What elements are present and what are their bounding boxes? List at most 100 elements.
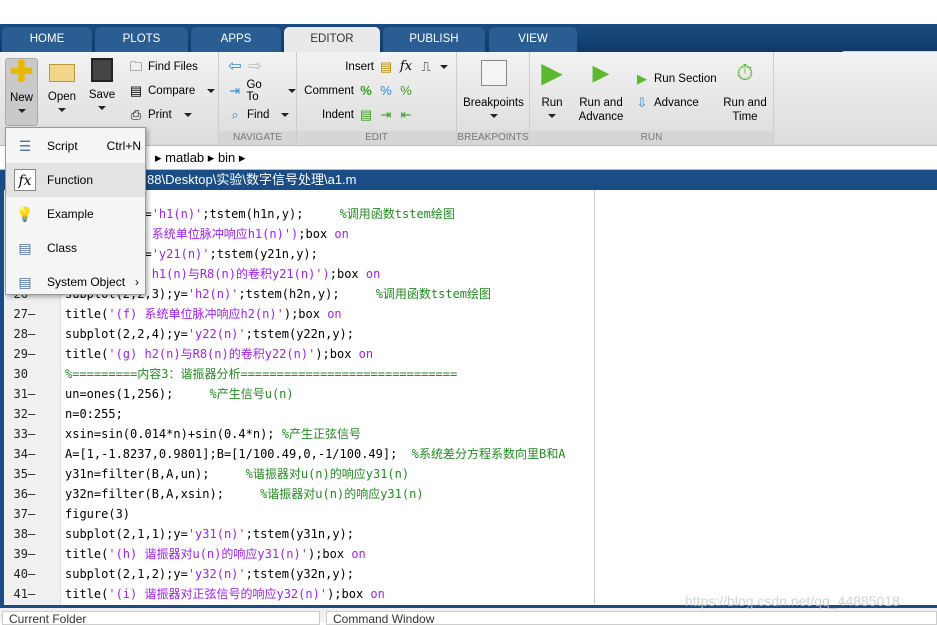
compare-label: Compare [148, 85, 196, 97]
breakpoint-marker[interactable]: – [28, 584, 35, 604]
code-token: ;box [329, 267, 366, 281]
string-token: on [370, 587, 385, 601]
code-text: y32n=filter(B,A,xsin); %谐振器对u(n)的响应y31(n… [65, 484, 424, 504]
fx-icon[interactable]: fx [398, 59, 414, 75]
wrap-comment-icon[interactable]: % [398, 83, 414, 99]
line-number: 30 [13, 367, 28, 381]
breakpoint-marker[interactable]: – [28, 464, 35, 484]
new-button[interactable]: ✚ New [5, 58, 38, 126]
tab-home[interactable]: HOME [2, 27, 92, 52]
compare-button[interactable]: ▤ Compare [128, 82, 216, 100]
breakpoint-marker[interactable]: – [28, 404, 35, 424]
breadcrumb-item[interactable]: bin [218, 150, 235, 165]
menu-item-class[interactable]: ▤ Class [6, 231, 145, 265]
code-line[interactable]: 37– figure(3) [4, 504, 904, 524]
code-line[interactable]: 40– subplot(2,1,2);y='y32(n)';tstem(y32n,… [4, 564, 904, 584]
goto-button[interactable]: ⇥ Go To [227, 79, 296, 103]
decrease-indent-icon[interactable]: ⇤ [398, 107, 414, 123]
menu-item-script[interactable]: ☰ Script Ctrl+N [6, 129, 145, 163]
menu-item-system-object[interactable]: ▤ System Object › [6, 265, 145, 299]
window-top [0, 0, 937, 24]
breadcrumb-item[interactable]: matlab [165, 150, 204, 165]
breakpoint-marker[interactable]: – [28, 544, 35, 564]
code-token: A=[1,-1.8237,0.9801];B=[1/100.49,0,-1/10… [65, 447, 412, 461]
comment-icon[interactable]: % [358, 83, 374, 99]
code-line[interactable]: 32– n=0:255; [4, 404, 904, 424]
code-line[interactable]: 29– title('(g) h2(n)与R8(n)的卷积y22(n)');box… [4, 344, 904, 364]
code-line[interactable]: 30 %=========内容3：谐振器分析===================… [4, 364, 904, 384]
line-number: 28 [13, 327, 28, 341]
line-number: 38 [13, 527, 28, 541]
code-line[interactable]: 36– y32n=filter(B,A,xsin); %谐振器对u(n)的响应y3… [4, 484, 904, 504]
code-line[interactable]: 28– subplot(2,2,4);y='y22(n)';tstem(y22n,… [4, 324, 904, 344]
forward-arrow-icon[interactable]: ⇨ [247, 59, 263, 75]
code-line[interactable]: 27– title('(f) 系统单位脉冲响应h2(n)');box on [4, 304, 904, 324]
goto-icon: ⇥ [229, 83, 241, 98]
code-token: y32n=filter(B,A,xsin); [65, 487, 261, 501]
breakpoint-marker[interactable]: – [28, 504, 35, 524]
code-text: subplot(2,1,1);y='y31(n)';tstem(y31n,y); [65, 524, 354, 544]
code-line[interactable]: 34– A=[1,-1.8237,0.9801];B=[1/100.49,0,-1… [4, 444, 904, 464]
breakpoint-marker[interactable]: – [28, 484, 35, 504]
tab-publish[interactable]: PUBLISH [383, 27, 485, 52]
save-button[interactable]: Save [84, 58, 120, 110]
compare-icon: ▤ [129, 83, 143, 98]
breakpoint-marker[interactable]: – [28, 564, 35, 584]
code-token: ;tstem(h1n,y); [202, 207, 340, 221]
chevron-down-icon[interactable] [440, 65, 448, 69]
string-token: h1(n)与R8(n)的卷积y21(n)') [151, 267, 330, 281]
tab-editor[interactable]: EDITOR [284, 27, 380, 52]
smart-indent-icon[interactable]: ▤ [358, 107, 374, 123]
navigate-section: ⇦ ⇨ ⇥ Go To ⌕ Find NAVIGATE [219, 52, 297, 146]
run-and-time-button[interactable]: ⏱ Run and Time [720, 60, 770, 124]
tab-view[interactable]: VIEW [489, 27, 577, 52]
code-token: );box [307, 547, 352, 561]
fi-icon[interactable]: ⎍ [418, 59, 434, 75]
back-arrow-icon[interactable]: ⇦ [227, 59, 243, 75]
breakpoint-marker[interactable]: – [28, 444, 35, 464]
menu-item-label: System Object [47, 275, 126, 289]
tab-apps[interactable]: APPS [191, 27, 281, 52]
code-line[interactable]: 33– xsin=sin(0.014*n)+sin(0.4*n); %产生正弦信号 [4, 424, 904, 444]
code-line[interactable]: 31– un=ones(1,256); %产生信号u(n) [4, 384, 904, 404]
line-number: 29 [13, 347, 28, 361]
find-files-button[interactable]: 🗀 Find Files [128, 58, 197, 76]
uncomment-icon[interactable]: % [378, 83, 394, 99]
breakpoint-marker[interactable]: – [28, 344, 35, 364]
breakpoints-button[interactable]: Breakpoints [461, 60, 526, 118]
code-line[interactable]: 39– title('(h) 谐振器对u(n)的响应y31(n)');box on [4, 544, 904, 564]
breakpoint-marker[interactable]: – [28, 304, 35, 324]
line-number: 39 [13, 547, 28, 561]
advance-button[interactable]: ⇩ Advance [634, 94, 699, 112]
chevron-down-icon [281, 113, 290, 117]
print-button[interactable]: ⎙ Print [128, 106, 192, 124]
command-window-panel[interactable]: Command Window [326, 611, 937, 625]
insert-section-icon[interactable]: ▤ [378, 59, 394, 75]
code-token: subplot(2,1,2);y= [65, 567, 188, 581]
increase-indent-icon[interactable]: ⇥ [378, 107, 394, 123]
menu-item-function[interactable]: fx Function [6, 163, 145, 197]
code-token: title( [65, 307, 109, 321]
string-token: 'y31(n)' [187, 527, 246, 541]
system-object-icon: ▤ [18, 274, 32, 290]
code-line[interactable]: 38– subplot(2,1,1);y='y31(n)';tstem(y31n,… [4, 524, 904, 544]
run-button[interactable]: ▶ Run [536, 57, 568, 118]
tab-plots[interactable]: PLOTS [95, 27, 188, 52]
code-token: );box [315, 347, 359, 361]
run-section-button[interactable]: ▶ Run Section [634, 70, 717, 88]
breakpoint-marker[interactable]: – [28, 384, 35, 404]
play-icon: ▶ [541, 57, 563, 88]
run-time-label: Run and Time [723, 97, 767, 123]
back-forward[interactable]: ⇦ ⇨ [227, 58, 263, 76]
breakpoint-marker[interactable]: – [28, 324, 35, 344]
open-button[interactable]: Open [44, 58, 80, 112]
breakpoint-marker[interactable]: – [28, 424, 35, 444]
breakpoint-marker[interactable]: – [28, 524, 35, 544]
current-folder-panel[interactable]: Current Folder [2, 611, 320, 625]
menu-item-example[interactable]: 💡 Example [6, 197, 145, 231]
code-text: y31n=filter(B,A,un); %谐振器对u(n)的响应y31(n) [65, 464, 409, 484]
code-line[interactable]: 35– y31n=filter(B,A,un); %谐振器对u(n)的响应y31(… [4, 464, 904, 484]
run-and-advance-button[interactable]: ▶ Run and Advance [574, 60, 628, 124]
menu-item-label: Function [47, 173, 94, 187]
find-button[interactable]: ⌕ Find [227, 106, 290, 124]
